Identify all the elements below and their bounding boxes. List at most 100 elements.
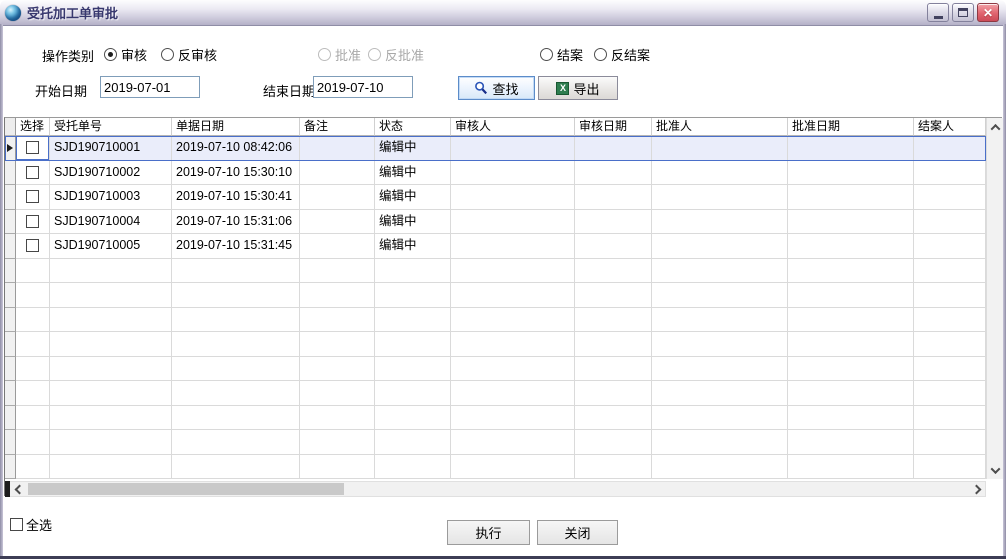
maximize-button[interactable] [952,3,974,22]
cell-doc-date [172,259,300,284]
col-header-auditor[interactable]: 审核人 [451,118,575,136]
cell-status [375,259,451,284]
table-row[interactable]: SJD1907100032019-07-10 15:30:41编辑中 [5,185,986,210]
cell-doc-date [172,357,300,382]
radio-unaudit[interactable]: 反审核 [161,45,217,64]
cell-select[interactable] [16,136,50,161]
cell-select[interactable] [16,161,50,186]
cell-status [375,332,451,357]
cell-closer [914,136,986,161]
grid-header: 选择受托单号单据日期备注状态审核人审核日期批准人批准日期结案人 [5,118,986,136]
row-checkbox[interactable] [26,239,39,252]
select-all-label: 全选 [26,515,52,534]
cell-select[interactable] [16,210,50,235]
end-date-input[interactable] [313,76,413,98]
search-button-label: 查找 [492,79,518,98]
cell-audit-date [575,161,652,186]
radio-icon [104,48,117,61]
cell-auditor [451,210,575,235]
cell-audit-date [575,234,652,259]
radio-unapprove: 反批准 [368,45,424,64]
cell-closer [914,161,986,186]
cell-approver [652,308,788,333]
table-row[interactable]: SJD1907100052019-07-10 15:31:45编辑中 [5,234,986,259]
scroll-right-button[interactable] [968,482,984,496]
cell-remark [300,234,375,259]
table-row[interactable]: SJD1907100042019-07-10 15:31:06编辑中 [5,210,986,235]
cell-remark [300,136,375,161]
row-checkbox[interactable] [26,190,39,203]
start-date-input[interactable] [100,76,200,98]
radio-icon [318,48,331,61]
cell-remark [300,381,375,406]
cell-auditor [451,455,575,480]
cell-remark [300,308,375,333]
cell-approve-date [788,161,914,186]
cell-auditor [451,381,575,406]
cell-approve-date [788,308,914,333]
export-button[interactable]: 导出 [538,76,618,100]
vertical-scrollbar[interactable] [986,118,1003,479]
horizontal-scroll-thumb[interactable] [28,483,344,495]
cell-remark [300,406,375,431]
cell-status [375,283,451,308]
radio-close-case[interactable]: 结案 [540,45,583,64]
row-checkbox[interactable] [26,215,39,228]
cell-closer [914,259,986,284]
minimize-button[interactable] [927,3,949,22]
cell-select[interactable] [16,185,50,210]
table-row[interactable]: SJD1907100022019-07-10 15:30:10编辑中 [5,161,986,186]
col-header-closer[interactable]: 结案人 [914,118,986,136]
select-all-checkbox[interactable]: 全选 [10,515,52,534]
close-button[interactable] [977,3,999,22]
horizontal-scrollbar[interactable] [5,481,986,497]
col-header-select[interactable]: 选择 [16,118,50,136]
cell-order-no: SJD190710005 [50,234,172,259]
radio-unclose-case[interactable]: 反结案 [594,45,650,64]
close-dialog-button[interactable]: 关闭 [537,520,618,545]
cell-doc-date [172,430,300,455]
col-header-doc-date[interactable]: 单据日期 [172,118,300,136]
scroll-up-button[interactable] [987,119,1004,135]
cell-select [16,332,50,357]
empty-table-row [5,332,986,357]
row-indicator [5,283,16,308]
cell-approver [652,381,788,406]
window-frame-left [0,24,3,559]
cell-order-no [50,308,172,333]
radio-icon [540,48,553,61]
cell-status [375,381,451,406]
chevron-left-icon [14,484,24,494]
col-header-approve-date[interactable]: 批准日期 [788,118,914,136]
row-checkbox[interactable] [26,141,39,154]
search-button[interactable]: 查找 [458,76,535,100]
scroll-left-button[interactable] [11,482,27,496]
cell-status [375,455,451,480]
col-header-approver[interactable]: 批准人 [652,118,788,136]
cell-auditor [451,161,575,186]
cell-status [375,308,451,333]
table-row[interactable]: SJD1907100012019-07-10 08:42:06编辑中 [5,136,986,161]
cell-approver [652,430,788,455]
empty-table-row [5,259,986,284]
cell-select[interactable] [16,234,50,259]
execute-button[interactable]: 执行 [447,520,530,545]
titlebar[interactable]: 受托加工单审批 [0,0,1006,26]
col-header-order-no[interactable]: 受托单号 [50,118,172,136]
row-checkbox[interactable] [26,166,39,179]
cell-order-no [50,455,172,480]
cell-status [375,430,451,455]
cell-remark [300,210,375,235]
cell-auditor [451,185,575,210]
cell-status: 编辑中 [375,210,451,235]
col-header-status[interactable]: 状态 [375,118,451,136]
orders-grid: 选择受托单号单据日期备注状态审核人审核日期批准人批准日期结案人 SJD19071… [4,117,1002,496]
cell-status: 编辑中 [375,136,451,161]
cell-approve-date [788,185,914,210]
scroll-down-button[interactable] [987,462,1004,478]
col-header-remark[interactable]: 备注 [300,118,375,136]
cell-closer [914,308,986,333]
radio-icon [368,48,381,61]
radio-audit[interactable]: 审核 [104,45,147,64]
col-header-audit-date[interactable]: 审核日期 [575,118,652,136]
